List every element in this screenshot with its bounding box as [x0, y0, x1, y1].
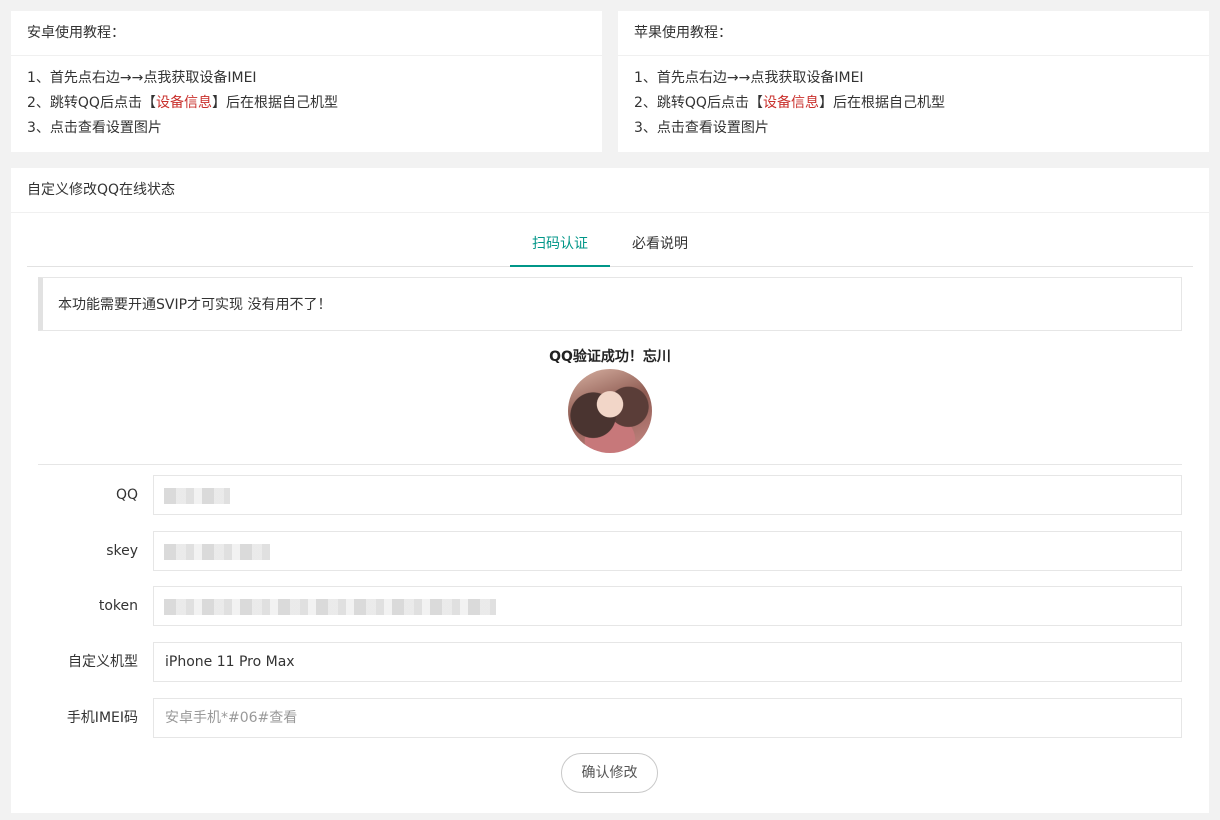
- avatar: [568, 369, 652, 453]
- qq-status-card: 自定义修改QQ在线状态 扫码认证 必看说明 本功能需要开通SVIP才可实现 没有…: [11, 168, 1209, 813]
- android-device-info-link[interactable]: 设备信息: [156, 95, 212, 111]
- model-label: 自定义机型: [68, 654, 138, 670]
- android-step-1: 1、首先点右边→→点我获取设备IMEI: [27, 70, 257, 86]
- model-row: 自定义机型 iPhone 11 Pro Max: [11, 642, 1209, 682]
- android-step-2-pre: 2、跳转QQ后点击【: [27, 95, 156, 111]
- android-tutorial-body: 1、首先点右边→→点我获取设备IMEI 2、跳转QQ后点击【设备信息】后在根据自…: [11, 56, 602, 141]
- qq-field[interactable]: [153, 475, 1182, 515]
- confirm-button[interactable]: 确认修改: [561, 753, 658, 793]
- tab-scan-auth[interactable]: 扫码认证: [510, 223, 610, 267]
- android-tutorial-card: 安卓使用教程： 1、首先点右边→→点我获取设备IMEI 2、跳转QQ后点击【设备…: [11, 11, 602, 152]
- token-field[interactable]: [153, 586, 1182, 626]
- imei-label: 手机IMEI码: [66, 710, 138, 726]
- android-tutorial-title: 安卓使用教程：: [11, 11, 602, 56]
- apple-tutorial-title: 苹果使用教程：: [618, 11, 1209, 56]
- imei-row: 手机IMEI码 安卓手机*#06#查看: [11, 698, 1209, 738]
- qq-label: QQ: [115, 487, 138, 503]
- apple-tutorial-card: 苹果使用教程： 1、首先点右边→→点我获取设备IMEI 2、跳转QQ后点击【设备…: [618, 11, 1209, 152]
- apple-tutorial-body: 1、首先点右边→→点我获取设备IMEI 2、跳转QQ后点击【设备信息】后在根据自…: [618, 56, 1209, 141]
- apple-device-info-link[interactable]: 设备信息: [763, 95, 819, 111]
- skey-label: skey: [106, 543, 138, 559]
- apple-step-3[interactable]: 3、点击查看设置图片: [634, 116, 1193, 141]
- svip-notice: 本功能需要开通SVIP才可实现 没有用不了！: [38, 277, 1182, 331]
- redacted-value: [164, 488, 230, 504]
- skey-field[interactable]: [153, 531, 1182, 571]
- redacted-value: [164, 544, 270, 560]
- tab-bar: 扫码认证 必看说明: [27, 223, 1193, 267]
- apple-step-1: 1、首先点右边→→点我获取设备IMEI: [634, 70, 864, 86]
- qq-row: QQ: [11, 475, 1209, 515]
- skey-row: skey: [11, 531, 1209, 571]
- apple-step-2: 2、跳转QQ后点击【设备信息】后在根据自己机型: [634, 91, 1193, 116]
- token-label: token: [98, 598, 138, 614]
- tab-must-read[interactable]: 必看说明: [610, 223, 710, 266]
- model-field[interactable]: iPhone 11 Pro Max: [153, 642, 1182, 682]
- apple-step-2-post: 】后在根据自己机型: [818, 95, 945, 111]
- apple-step-2-pre: 2、跳转QQ后点击【: [634, 95, 763, 111]
- redacted-value: [164, 599, 496, 615]
- android-step-2: 2、跳转QQ后点击【设备信息】后在根据自己机型: [27, 91, 586, 116]
- verify-success-message: QQ验证成功！忘川: [549, 349, 671, 365]
- imei-field[interactable]: 安卓手机*#06#查看: [153, 698, 1182, 738]
- token-row: token: [11, 586, 1209, 626]
- qq-status-title: 自定义修改QQ在线状态: [11, 168, 1209, 213]
- divider: [38, 464, 1182, 465]
- android-step-2-post: 】后在根据自己机型: [211, 95, 338, 111]
- android-step-3[interactable]: 3、点击查看设置图片: [27, 116, 586, 141]
